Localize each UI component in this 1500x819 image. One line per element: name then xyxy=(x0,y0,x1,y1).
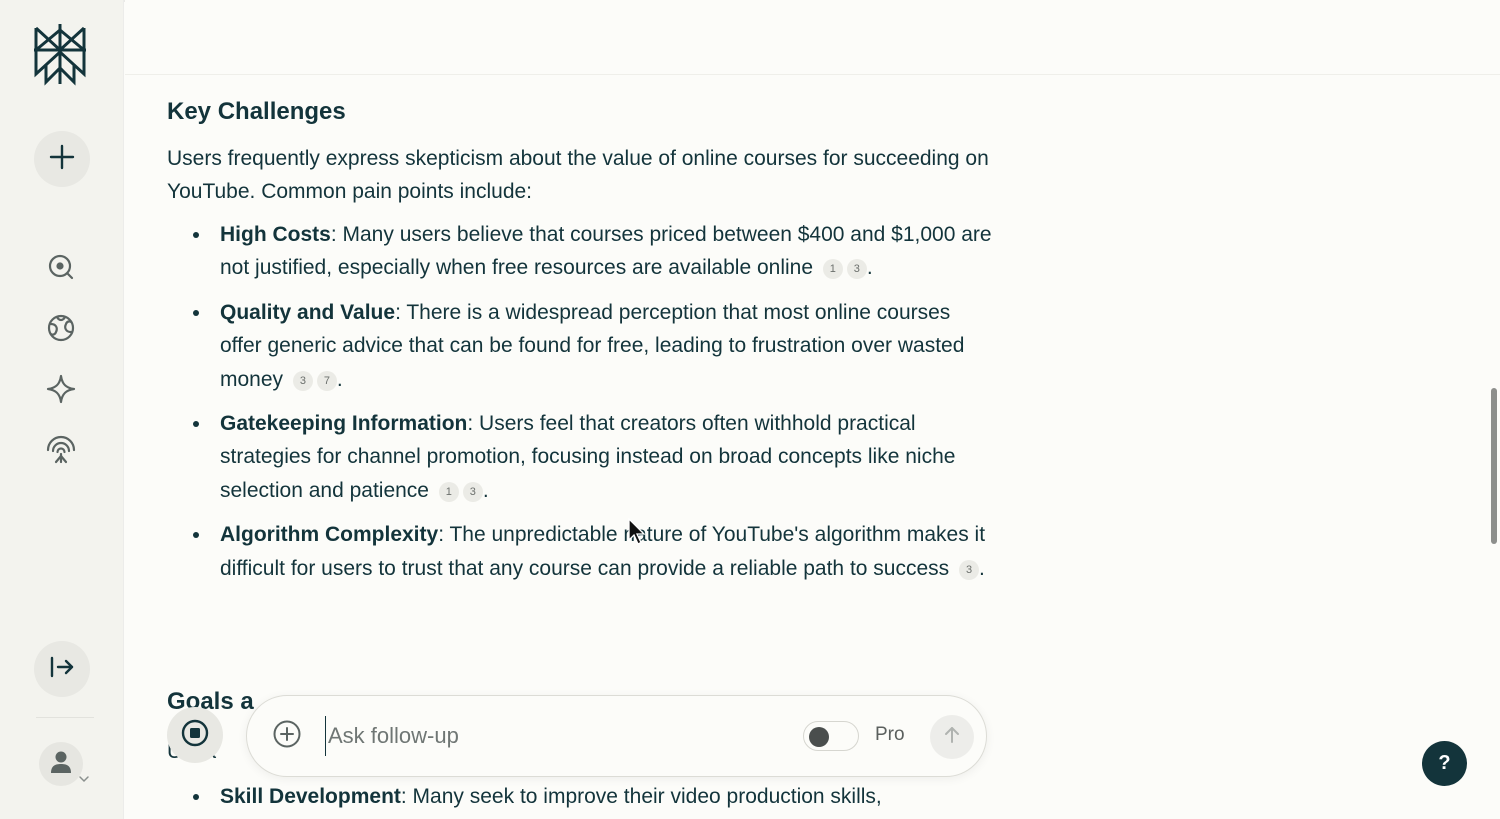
pro-toggle[interactable] xyxy=(803,721,859,751)
attach-button[interactable] xyxy=(271,720,303,752)
citation-badge[interactable]: 3 xyxy=(292,370,313,391)
answer-content: Key Challenges Users frequently express … xyxy=(167,96,997,596)
item-end: . xyxy=(866,256,873,280)
account-avatar[interactable] xyxy=(39,742,83,786)
ask-follow-up-bar: Pro xyxy=(246,695,987,777)
item-term: High Costs xyxy=(220,223,331,246)
broadcast-icon xyxy=(45,434,77,469)
list-item: Algorithm Complexity: The unpredictable … xyxy=(167,518,997,585)
chevron-down-icon[interactable] xyxy=(78,772,90,784)
item-end: . xyxy=(482,478,489,502)
nav-discover[interactable] xyxy=(44,313,78,347)
sidebar-divider xyxy=(36,717,94,718)
sidebar xyxy=(0,0,124,819)
toggle-knob xyxy=(809,727,829,747)
stop-button[interactable] xyxy=(167,707,223,763)
item-term: Gatekeeping Information xyxy=(220,412,468,436)
citation-badge[interactable]: 7 xyxy=(316,370,337,391)
nav-home[interactable] xyxy=(44,252,78,286)
citation-badge[interactable]: 1 xyxy=(438,481,459,502)
plus-icon xyxy=(49,144,75,175)
sparkle-icon xyxy=(46,374,76,409)
perplexity-logo[interactable] xyxy=(30,22,90,86)
arrow-up-icon xyxy=(942,725,962,750)
nav-library[interactable] xyxy=(44,434,78,468)
citation-badge[interactable]: 3 xyxy=(959,559,979,580)
item-text: : Many users believe that courses priced… xyxy=(220,223,992,280)
top-bar xyxy=(125,0,1500,75)
stop-icon xyxy=(181,719,209,752)
plus-circle-icon xyxy=(272,719,302,754)
globe-icon xyxy=(46,313,76,348)
mouse-cursor-icon xyxy=(628,517,646,546)
section-intro: Users frequently express skepticism abou… xyxy=(167,147,989,203)
item-term: Skill Development xyxy=(220,785,401,808)
challenges-list: High Costs: Many users believe that cour… xyxy=(167,218,997,585)
user-icon xyxy=(50,750,72,779)
item-term: Quality and Value xyxy=(220,300,396,324)
item-end: . xyxy=(336,367,343,391)
item-end: . xyxy=(979,556,985,580)
send-button[interactable] xyxy=(930,715,974,759)
ask-follow-up-input[interactable] xyxy=(325,716,785,756)
list-item: Gatekeeping Information: Users feel that… xyxy=(167,407,997,507)
list-item: Skill Development: Many seek to improve … xyxy=(167,780,997,813)
section-heading: Key Challenges xyxy=(167,98,346,125)
new-thread-button[interactable] xyxy=(34,131,90,187)
nav-spaces[interactable] xyxy=(44,374,78,408)
citation-badge[interactable]: 3 xyxy=(846,259,867,280)
search-circle-icon xyxy=(46,252,76,287)
scrollbar-thumb[interactable] xyxy=(1491,388,1497,544)
expand-sidebar-button[interactable] xyxy=(34,641,90,697)
citation-badge[interactable]: 1 xyxy=(822,259,843,280)
pro-label: Pro xyxy=(875,724,905,745)
citation-badge[interactable]: 3 xyxy=(462,481,483,502)
list-item: Quality and Value: There is a widespread… xyxy=(167,296,997,396)
item-term: Algorithm Complexity xyxy=(220,523,439,547)
arrow-right-to-bar-icon xyxy=(49,655,75,684)
list-item: High Costs: Many users believe that cour… xyxy=(167,218,997,285)
item-text: : Many seek to improve their video produ… xyxy=(400,785,882,808)
help-button[interactable]: ? xyxy=(1422,741,1467,786)
